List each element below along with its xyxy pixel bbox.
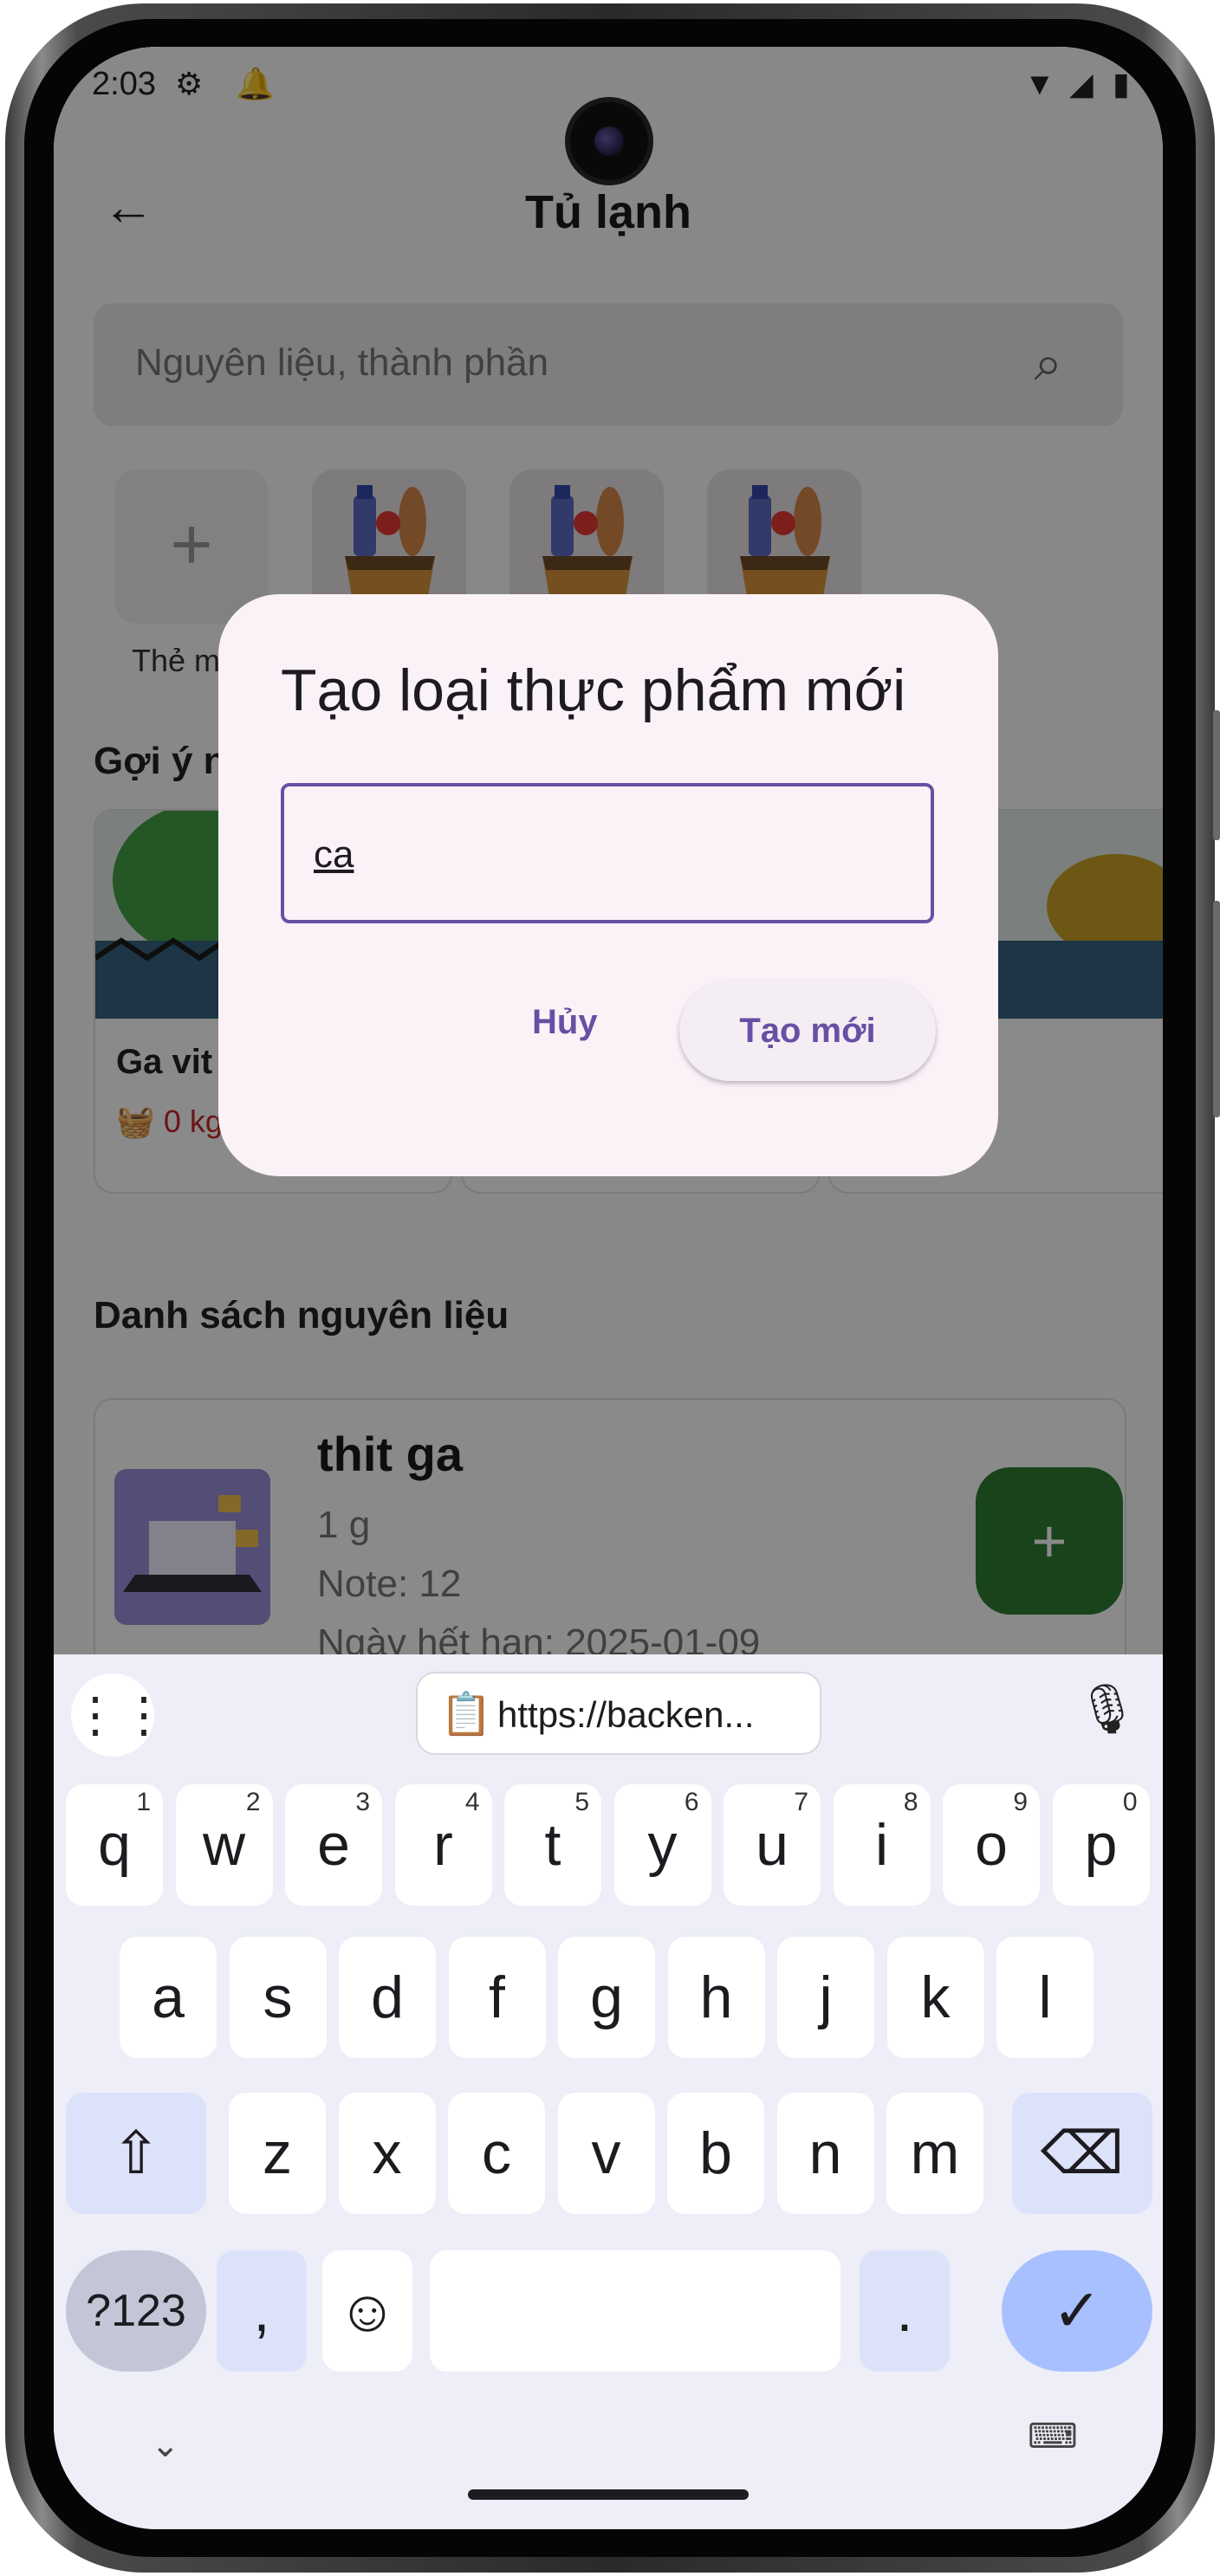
key-j[interactable]: j: [777, 1937, 874, 2058]
fridge-page: 2:03 ⚙ 🔔 ▼ ◢ ▮ ← Tủ lạnh Nguyên liệu, th…: [54, 47, 1163, 1679]
side-button: [1213, 710, 1220, 840]
key-e[interactable]: e3: [285, 1784, 382, 1906]
key-o[interactable]: o9: [943, 1784, 1040, 1906]
key-v[interactable]: v: [557, 2093, 655, 2214]
emoji-icon: ☺: [337, 2278, 398, 2344]
key-z[interactable]: z: [229, 2093, 326, 2214]
shift-key[interactable]: ⇧: [66, 2093, 206, 2214]
symbols-key[interactable]: ?123: [66, 2250, 206, 2372]
space-key[interactable]: [430, 2250, 840, 2372]
clipboard-link-icon: 📋: [440, 1692, 492, 1738]
key-y[interactable]: y6: [613, 1784, 711, 1906]
food-type-name-value: ca: [314, 833, 354, 876]
clipboard-suggestion-chip[interactable]: 📋 https://backen...: [416, 1672, 821, 1755]
create-button[interactable]: Tạo mới: [679, 981, 936, 1081]
keyboard-apps-grid-icon[interactable]: ⋮⋮: [71, 1673, 168, 1757]
backspace-icon: ⌫: [1040, 2120, 1125, 2186]
key-a[interactable]: a: [120, 1937, 217, 2058]
checkmark-icon: ✓: [1052, 2278, 1102, 2344]
key-d[interactable]: d: [339, 1937, 436, 2058]
key-l[interactable]: l: [996, 1937, 1093, 2058]
screen: 2:03 ⚙ 🔔 ▼ ◢ ▮ ← Tủ lạnh Nguyên liệu, th…: [54, 47, 1163, 2529]
comma-key[interactable]: ,: [217, 2250, 307, 2372]
key-h[interactable]: h: [667, 1937, 765, 2058]
key-q[interactable]: q1: [66, 1784, 163, 1906]
emoji-key[interactable]: ☺: [322, 2250, 412, 2372]
key-f[interactable]: f: [448, 1937, 546, 2058]
key-m[interactable]: m: [886, 2093, 983, 2214]
key-s[interactable]: s: [229, 1937, 327, 2058]
side-button: [1213, 901, 1220, 1117]
key-t[interactable]: t5: [504, 1784, 601, 1906]
keyboard-switch-icon[interactable]: ⌨: [1028, 2417, 1078, 2456]
key-x[interactable]: x: [338, 2093, 436, 2214]
dialog-title: Tạo loại thực phẩm mới: [281, 657, 906, 723]
cancel-button[interactable]: Hủy: [532, 1003, 598, 1042]
create-food-type-dialog: Tạo loại thực phẩm mới ca Hủy Tạo mới: [218, 594, 998, 1176]
key-g[interactable]: g: [558, 1937, 655, 2058]
soft-keyboard: ⋮⋮ 📋 https://backen... 🎙 q1w2e3r4t5y6u7i…: [54, 1654, 1163, 2529]
key-b[interactable]: b: [667, 2093, 764, 2214]
enter-key[interactable]: ✓: [1002, 2250, 1152, 2372]
period-key[interactable]: .: [860, 2250, 950, 2372]
home-indicator[interactable]: [468, 2489, 749, 2500]
food-type-name-input[interactable]: ca: [281, 783, 934, 923]
key-i[interactable]: i8: [833, 1784, 931, 1906]
key-p[interactable]: p0: [1052, 1784, 1150, 1906]
key-w[interactable]: w2: [175, 1784, 273, 1906]
key-n[interactable]: n: [776, 2093, 874, 2214]
phone-frame: 2:03 ⚙ 🔔 ▼ ◢ ▮ ← Tủ lạnh Nguyên liệu, th…: [0, 0, 1220, 2576]
key-u[interactable]: u7: [724, 1784, 821, 1906]
shift-icon: ⇧: [111, 2120, 161, 2186]
microphone-icon[interactable]: 🎙: [1076, 1680, 1138, 1738]
key-c[interactable]: c: [448, 2093, 545, 2214]
clipboard-text: https://backen...: [497, 1694, 755, 1735]
chevron-down-icon[interactable]: ⌄: [151, 2425, 180, 2465]
key-k[interactable]: k: [886, 1937, 984, 2058]
backspace-key[interactable]: ⌫: [1012, 2093, 1152, 2214]
key-r[interactable]: r4: [394, 1784, 492, 1906]
